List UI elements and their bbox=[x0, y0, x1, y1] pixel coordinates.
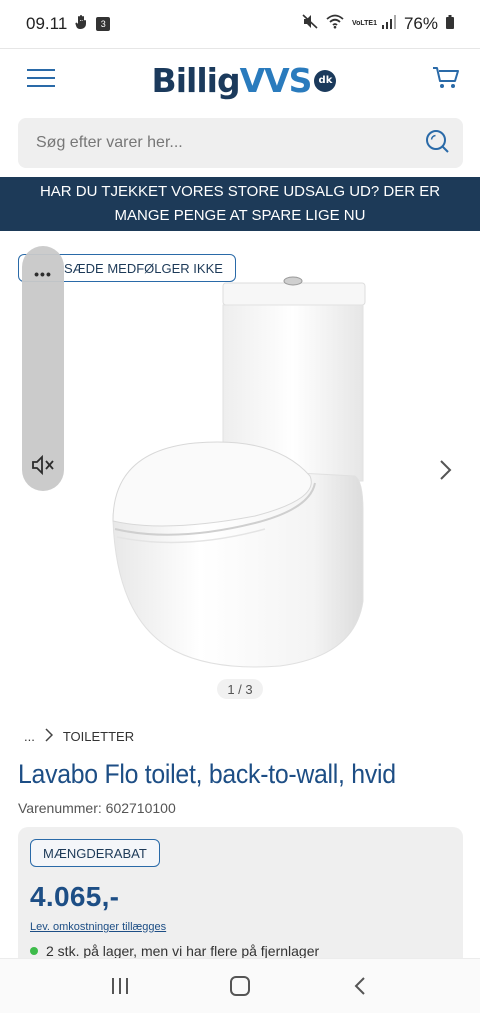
site-header: Billig VVS dk bbox=[0, 48, 480, 112]
wifi-icon bbox=[326, 14, 344, 34]
stock-status: 2 stk. på lager, men vi har flere på fje… bbox=[30, 943, 451, 959]
stock-indicator-dot bbox=[30, 947, 38, 955]
promo-banner-text: HAR DU TJEKKET VORES STORE UDSALG UD? DE… bbox=[39, 183, 441, 224]
discount-badge-label: MÆNGDERABAT bbox=[43, 845, 147, 861]
hand-icon bbox=[75, 15, 88, 33]
breadcrumb: ... TOILETTER bbox=[24, 728, 134, 745]
mute-video-icon[interactable] bbox=[31, 454, 55, 481]
home-icon[interactable] bbox=[220, 966, 260, 1006]
promo-banner[interactable]: HAR DU TJEKKET VORES STORE UDSALG UD? DE… bbox=[0, 177, 480, 231]
next-image-chevron-icon[interactable] bbox=[439, 459, 453, 486]
product-sku: Varenummer: 602710100 bbox=[18, 800, 176, 816]
recent-apps-icon[interactable] bbox=[100, 966, 140, 1006]
status-left: 09.11 3 bbox=[26, 14, 111, 34]
logo-text-vvs: VVS bbox=[239, 61, 313, 100]
notification-badge-icon: 3 bbox=[96, 17, 111, 31]
hamburger-menu-icon[interactable] bbox=[26, 68, 56, 93]
site-logo[interactable]: Billig VVS dk bbox=[152, 61, 337, 100]
breadcrumb-ellipsis[interactable]: ... bbox=[24, 729, 35, 744]
logo-badge-dk: dk bbox=[314, 69, 337, 92]
image-counter: 1 / 3 bbox=[217, 679, 263, 699]
video-overlay-panel[interactable]: ••• bbox=[22, 246, 64, 491]
quantity-discount-badge: MÆNGDERABAT bbox=[30, 839, 160, 867]
breadcrumb-chevron-icon bbox=[45, 728, 53, 745]
status-time: 09.11 bbox=[26, 14, 68, 33]
cart-icon[interactable] bbox=[432, 65, 460, 96]
system-navigation-bar bbox=[0, 958, 480, 1013]
back-icon[interactable] bbox=[340, 966, 380, 1006]
search-icon[interactable] bbox=[425, 129, 449, 158]
mute-icon bbox=[302, 14, 318, 34]
signal-icon bbox=[381, 14, 396, 34]
stock-status-text: 2 stk. på lager, men vi har flere på fje… bbox=[46, 943, 320, 959]
battery-level: 76% bbox=[403, 14, 438, 33]
product-gallery[interactable]: SÆDE MEDFØLGER IKKE ••• 1 / 3 bbox=[0, 231, 480, 711]
product-price: 4.065,- bbox=[30, 881, 120, 912]
breadcrumb-category[interactable]: TOILETTER bbox=[63, 729, 134, 744]
product-title: Lavabo Flo toilet, back-to-wall, hvid bbox=[18, 759, 396, 789]
search-input[interactable] bbox=[36, 134, 396, 152]
more-options-icon[interactable]: ••• bbox=[22, 266, 64, 282]
battery-icon bbox=[446, 14, 454, 34]
search-bar bbox=[18, 118, 463, 168]
status-bar: 09.11 3 VoLTE1 76% bbox=[0, 0, 480, 48]
logo-text-billig: Billig bbox=[151, 61, 241, 100]
toilet-product-image[interactable] bbox=[105, 271, 375, 671]
volte-label: VoLTE1 bbox=[351, 20, 377, 27]
status-right: VoLTE1 76% bbox=[302, 14, 454, 34]
shipping-costs-link[interactable]: Lev. omkostninger tillægges bbox=[30, 921, 451, 933]
